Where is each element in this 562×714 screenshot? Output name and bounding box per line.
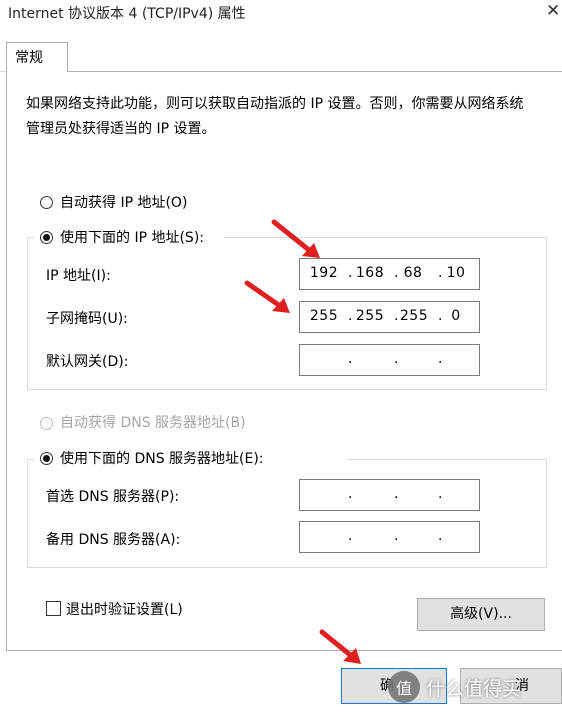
arrow-to-ok-button xyxy=(319,629,357,661)
annotation-arrows xyxy=(244,219,361,664)
tab-general[interactable]: 常规 xyxy=(6,42,68,72)
arrow-to-ip-address xyxy=(271,219,317,257)
arrow-to-subnet-mask xyxy=(244,280,286,311)
tab-general-label: 常规 xyxy=(15,50,43,66)
